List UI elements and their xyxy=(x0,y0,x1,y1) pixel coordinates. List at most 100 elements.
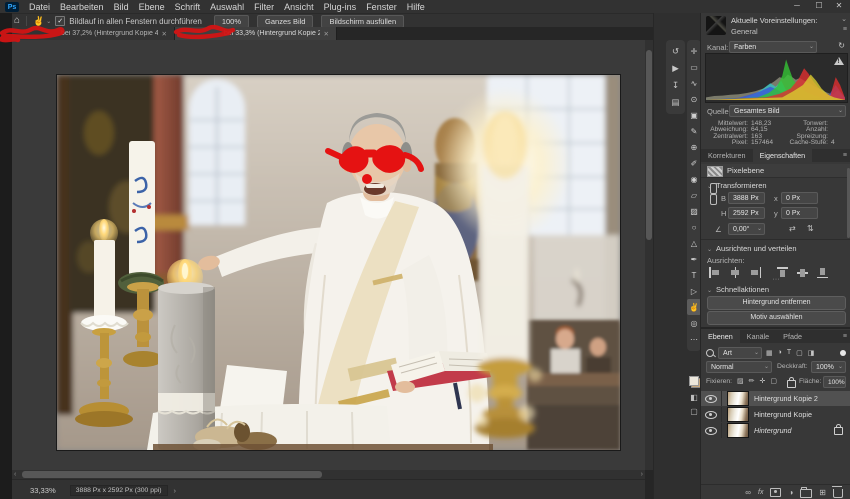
zoom-tool[interactable]: ◎ xyxy=(687,315,701,331)
filter-pixel-layers[interactable]: ▦ xyxy=(766,349,773,357)
channel-select[interactable]: Farben ⌄ xyxy=(729,41,817,53)
menu-item[interactable]: Hilfe xyxy=(402,2,430,12)
source-select[interactable]: Gesamtes Bild ⌄ xyxy=(729,105,846,117)
fill-screen-button[interactable]: Bildschirm ausfüllen xyxy=(321,15,404,28)
refresh-icon[interactable]: ↻ xyxy=(838,41,845,50)
brush-tool[interactable]: ✐ xyxy=(687,155,701,171)
chevron-down-icon[interactable]: ⌄ xyxy=(841,15,847,23)
libraries-panel[interactable]: ▤ xyxy=(666,94,685,111)
object-selection-tool[interactable]: ⊙ xyxy=(687,91,701,107)
actions-panel[interactable]: ▶ xyxy=(666,60,685,77)
menu-item[interactable]: Datei xyxy=(24,2,55,12)
layer-thumbnail[interactable] xyxy=(727,423,749,438)
layer-row-hintergrund[interactable]: Hintergrund xyxy=(701,423,850,438)
canvas-pasteboard[interactable] xyxy=(12,40,645,470)
filter-toggle[interactable] xyxy=(840,350,846,356)
add-mask-icon[interactable] xyxy=(770,488,781,497)
preset-thumbnail[interactable] xyxy=(706,16,726,35)
filter-shape-layers[interactable]: ▢ xyxy=(796,349,803,357)
tab-pfade[interactable]: Pfade xyxy=(776,330,809,343)
marquee-tool[interactable]: ▭ xyxy=(687,59,701,75)
lock-position[interactable]: ✛ xyxy=(760,377,766,385)
lock-transparency[interactable]: ▨ xyxy=(737,377,744,385)
quick-actions-header[interactable]: ⌄Schnellaktionen xyxy=(707,285,769,294)
y-field[interactable]: 0 Px xyxy=(781,207,818,219)
scroll-right-arrow[interactable]: › xyxy=(641,470,643,479)
chevron-down-icon[interactable]: ⌄ xyxy=(46,18,51,25)
zoom-level[interactable]: 33,33% xyxy=(30,486,56,495)
lock-artboard[interactable]: ▢ xyxy=(770,377,777,385)
status-popup-arrow[interactable]: › xyxy=(174,486,177,495)
screen-mode-icon[interactable]: ▢ xyxy=(687,407,701,416)
new-group-icon[interactable] xyxy=(800,489,812,498)
layer-visibility-icon[interactable] xyxy=(705,395,717,403)
path-selection-tool[interactable]: ▷ xyxy=(687,283,701,299)
pen-tool[interactable]: ✒ xyxy=(687,251,701,267)
remove-background-button[interactable]: Hintergrund entfernen xyxy=(707,296,846,310)
layer-style-icon[interactable]: fx xyxy=(758,489,763,496)
tab-ebenen[interactable]: Ebenen xyxy=(701,330,740,343)
panel-menu-icon[interactable]: ≡ xyxy=(843,330,847,343)
history-panel[interactable]: ↺ xyxy=(666,43,685,60)
canvas-vertical-scrollbar[interactable] xyxy=(645,40,653,470)
new-layer-icon[interactable]: ⊞ xyxy=(819,488,826,497)
lock-pixels[interactable]: ✏ xyxy=(749,377,755,385)
select-subject-button[interactable]: Motiv auswählen xyxy=(707,311,846,325)
menu-item[interactable]: Bild xyxy=(109,2,134,12)
layer-row-hintergrund-kopie[interactable]: Hintergrund Kopie xyxy=(701,407,850,422)
document-tab-2[interactable]: bei 33,3% (Hintergrund Kopie 2, RGB/8) *… xyxy=(175,27,337,40)
opacity-field[interactable]: 100% ⌄ xyxy=(811,361,846,373)
fill-field[interactable]: 100% xyxy=(823,376,846,388)
zoom-100-button[interactable]: 100% xyxy=(214,15,249,28)
height-field[interactable]: 2592 Px xyxy=(728,207,765,219)
dodge-tool[interactable]: △ xyxy=(687,235,701,251)
more-options-dots[interactable]: ··· xyxy=(701,274,850,283)
document-tab-1[interactable]: bei 37,2% (Hintergrund Kopie 4, RGB/8) *… xyxy=(12,27,175,40)
quick-mask-icon[interactable]: ◧ xyxy=(687,393,701,402)
eraser-tool[interactable]: ▱ xyxy=(687,187,701,203)
angle-field[interactable]: 0,00° ⌄ xyxy=(728,223,765,235)
eyedropper-tool[interactable]: ✎ xyxy=(687,123,701,139)
align-section-header[interactable]: ⌄Ausrichten und verteilen xyxy=(707,244,797,253)
menu-item[interactable]: Schrift xyxy=(170,2,206,12)
healing-brush-tool[interactable]: ⊕ xyxy=(687,139,701,155)
layer-thumbnail[interactable] xyxy=(727,391,749,406)
layer-thumbnail[interactable] xyxy=(727,407,749,422)
close-button[interactable]: ✕ xyxy=(830,0,848,13)
panel-menu-icon[interactable]: ≡ xyxy=(843,149,847,162)
menu-item[interactable]: Bearbeiten xyxy=(55,2,109,12)
canvas-horizontal-scrollbar[interactable]: ‹ › xyxy=(12,470,645,479)
maximize-button[interactable]: ☐ xyxy=(810,0,828,13)
blend-mode-select[interactable]: Normal ⌄ xyxy=(706,361,772,373)
lock-all-icon[interactable] xyxy=(787,380,796,388)
hand-tool-icon[interactable]: ✌ xyxy=(33,16,44,27)
x-field[interactable]: 0 Px xyxy=(781,192,818,204)
menu-item[interactable]: Filter xyxy=(249,2,279,12)
type-tool[interactable]: T xyxy=(687,267,701,283)
crop-tool[interactable]: ▣ xyxy=(687,107,701,123)
more-tools[interactable]: ⋯ xyxy=(687,331,701,347)
blur-tool[interactable]: ○ xyxy=(687,219,701,235)
tab-eigenschaften[interactable]: Eigenschaften xyxy=(753,149,813,162)
link-layers-icon[interactable]: ∞ xyxy=(745,488,751,497)
filter-smart-objects[interactable]: ◨ xyxy=(808,349,815,357)
panel-menu-icon[interactable]: ≡ xyxy=(843,26,847,33)
flip-horizontal-icon[interactable]: ⇄ xyxy=(789,224,796,233)
scroll-all-windows-checkbox[interactable]: ✓ xyxy=(55,16,65,26)
layer-visibility-icon[interactable] xyxy=(705,411,717,419)
move-tool[interactable]: ✛ xyxy=(687,43,701,59)
menu-item[interactable]: Auswahl xyxy=(205,2,249,12)
tab-kanaele[interactable]: Kanäle xyxy=(740,330,776,343)
export-panel[interactable]: ↧ xyxy=(666,77,685,94)
gradient-tool[interactable]: ▨ xyxy=(687,203,701,219)
filter-adjustment-layers[interactable]: ◑ xyxy=(778,349,782,357)
minimize-button[interactable]: ─ xyxy=(788,0,806,13)
layer-row-hintergrund-kopie-2[interactable]: Hintergrund Kopie 2 xyxy=(701,391,850,406)
scroll-left-arrow[interactable]: ‹ xyxy=(14,470,16,479)
scrollbar-thumb[interactable] xyxy=(646,50,652,240)
fit-screen-button[interactable]: Ganzes Bild xyxy=(257,15,313,28)
tab-korrekturen[interactable]: Korrekturen xyxy=(701,149,753,162)
filter-type-layers[interactable]: T xyxy=(787,349,791,357)
canvas-photo[interactable] xyxy=(57,75,620,450)
filter-type-select[interactable]: Art ⌄ xyxy=(718,347,762,359)
